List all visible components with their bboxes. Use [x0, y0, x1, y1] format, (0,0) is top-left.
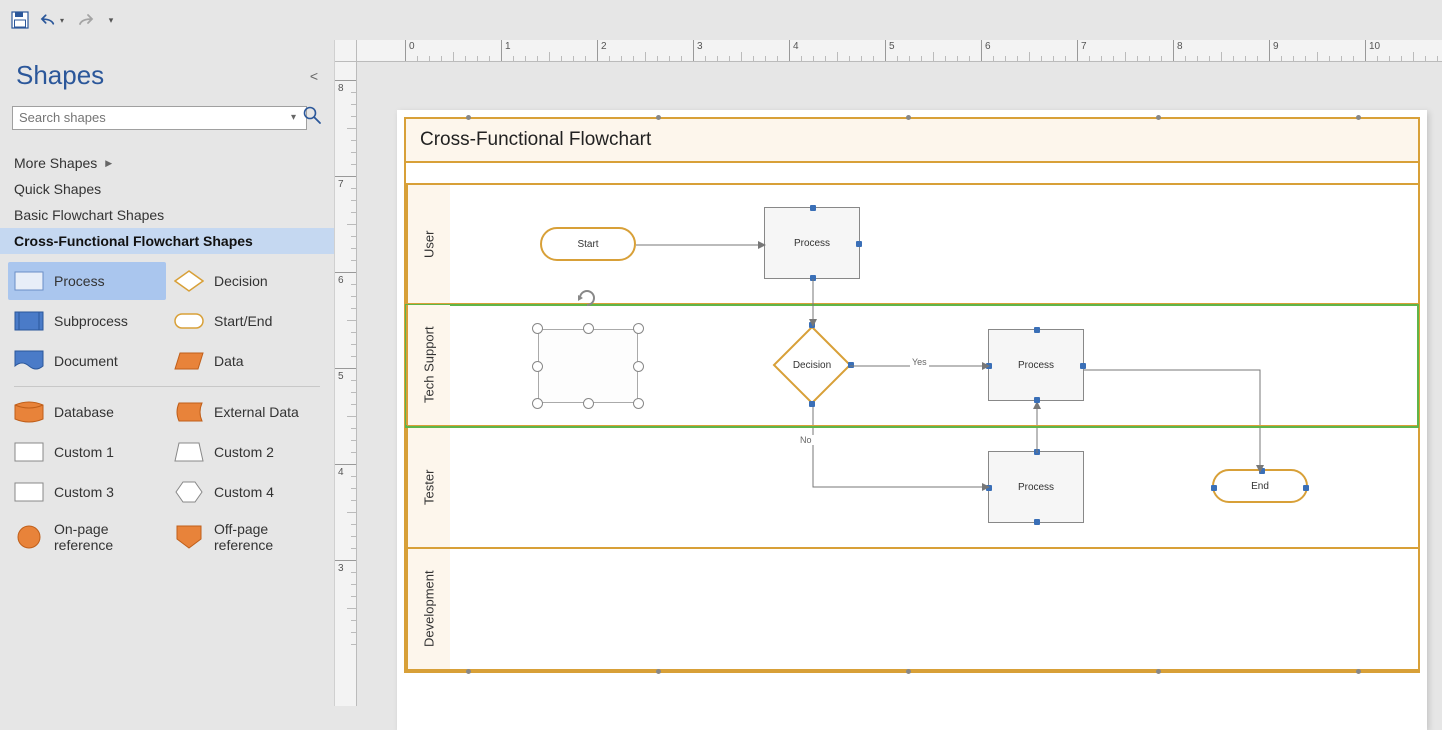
shape-custom1[interactable]: Custom 1 — [8, 433, 166, 471]
shapes-panel-title: Shapes — [16, 60, 104, 91]
shape-custom2[interactable]: Custom 2 — [168, 433, 326, 471]
node-end[interactable]: End — [1212, 469, 1308, 503]
shape-process[interactable]: Process — [8, 262, 166, 300]
swimlane-tech-support[interactable]: Tech Support — [406, 305, 1418, 427]
shape-data[interactable]: Data — [168, 342, 326, 380]
shape-category-list: More Shapes ▶ Quick Shapes Basic Flowcha… — [0, 140, 334, 254]
node-process-tech[interactable]: Process — [988, 329, 1084, 401]
undo-button[interactable]: ▾ — [40, 8, 64, 32]
node-decision[interactable]: Decision — [772, 325, 852, 405]
swimlane-development[interactable]: Development — [406, 549, 1418, 671]
shape-stencil-grid: Process Decision Subprocess Start/End Do… — [0, 254, 334, 569]
swimlane-user[interactable]: User Start Process — [406, 185, 1418, 305]
category-basic-flowchart[interactable]: Basic Flowchart Shapes — [0, 202, 334, 228]
chevron-right-icon: ▶ — [105, 158, 112, 169]
quick-access-toolbar: ▾ ▾ — [0, 0, 1442, 40]
swimlane-phase-bar[interactable] — [406, 163, 1418, 185]
shape-onpage-ref[interactable]: On-page reference — [8, 513, 166, 561]
save-button[interactable] — [8, 8, 32, 32]
customize-qat-button[interactable]: ▾ — [104, 8, 118, 32]
shape-custom3[interactable]: Custom 3 — [8, 473, 166, 511]
swimlane-label-user[interactable]: User — [406, 185, 450, 303]
node-selected-process[interactable] — [538, 329, 638, 403]
shape-offpage-ref[interactable]: Off-page reference — [168, 513, 326, 561]
category-more-shapes[interactable]: More Shapes ▶ — [0, 150, 334, 176]
swimlane-tester[interactable]: Tester Process End — [406, 427, 1418, 549]
horizontal-ruler: 01234567891011 — [357, 40, 1442, 62]
drawing-canvas-area: 01234567891011 876543 Cross-Functional F… — [335, 40, 1442, 706]
shape-decision[interactable]: Decision — [168, 262, 326, 300]
edge-label-yes: Yes — [910, 357, 929, 367]
shape-database[interactable]: Database — [8, 393, 166, 431]
search-icon[interactable] — [302, 105, 322, 130]
swimlane-container[interactable]: Cross-Functional Flowchart User Start — [404, 117, 1420, 673]
node-start[interactable]: Start — [540, 227, 636, 261]
swimlane-label-dev[interactable]: Development — [406, 549, 450, 669]
node-process-tester[interactable]: Process — [988, 451, 1084, 523]
shape-group-divider — [14, 386, 320, 387]
vertical-ruler: 876543 — [335, 62, 357, 706]
shape-externaldata[interactable]: External Data — [168, 393, 326, 431]
rotate-handle-icon[interactable] — [576, 287, 598, 314]
swimlane-label-tech[interactable]: Tech Support — [406, 305, 450, 425]
connector — [636, 240, 766, 250]
search-shapes-input[interactable] — [12, 106, 307, 130]
edge-label-no: No — [798, 435, 814, 445]
shape-startend[interactable]: Start/End — [168, 302, 326, 340]
node-process-user[interactable]: Process — [764, 207, 860, 279]
drawing-page[interactable]: Cross-Functional Flowchart User Start — [397, 110, 1427, 730]
redo-button[interactable] — [72, 8, 96, 32]
shape-custom4[interactable]: Custom 4 — [168, 473, 326, 511]
ruler-corner — [335, 40, 357, 62]
swimlane-title[interactable]: Cross-Functional Flowchart — [406, 119, 1418, 163]
swimlane-label-tester[interactable]: Tester — [406, 427, 450, 547]
category-quick-shapes[interactable]: Quick Shapes — [0, 176, 334, 202]
shape-document[interactable]: Document — [8, 342, 166, 380]
category-cross-functional[interactable]: Cross-Functional Flowchart Shapes — [0, 228, 334, 254]
shapes-panel: Shapes < ▾ More Shapes ▶ Quick Shapes Ba… — [0, 40, 335, 706]
collapse-panel-icon[interactable]: < — [310, 68, 318, 84]
shape-subprocess[interactable]: Subprocess — [8, 302, 166, 340]
